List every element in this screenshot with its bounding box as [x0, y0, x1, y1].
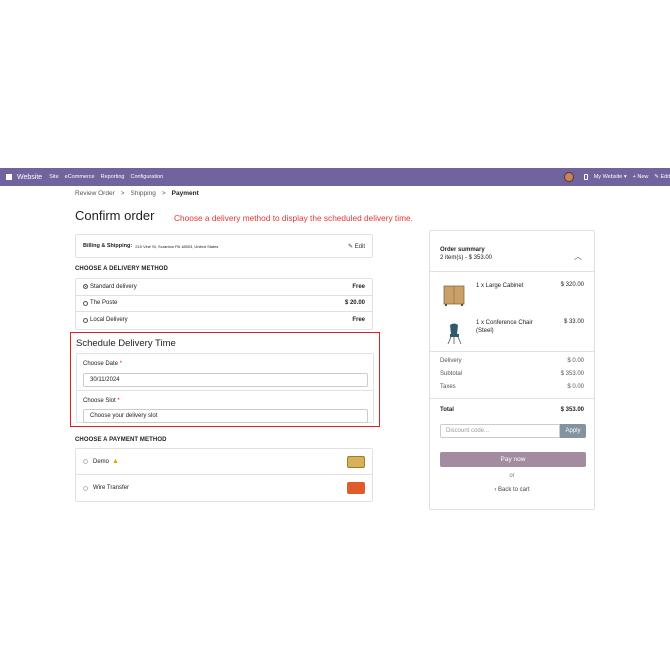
payment-heading: CHOOSE A PAYMENT METHOD — [75, 437, 167, 443]
large-cabinet-thumbnail — [443, 285, 465, 306]
delivery-heading: CHOOSE A DELIVERY METHOD — [75, 266, 168, 272]
apps-grid-icon[interactable] — [6, 174, 12, 180]
delivery-method-list: Standard delivery Free The Poste $ 20.00… — [75, 278, 373, 330]
billing-shipping-card: Billing & Shipping: 215 Vine St, Scranto… — [75, 234, 373, 258]
nav-item-site[interactable]: Site — [49, 174, 58, 180]
website-switcher[interactable]: My Website ▾ — [594, 174, 627, 180]
radio-icon[interactable] — [83, 300, 88, 306]
delivery-option-label: The Poste — [90, 300, 118, 307]
discount-form: Discount code... Apply — [440, 424, 586, 438]
payment-option-demo[interactable]: Demo ▲ — [76, 449, 372, 475]
nav-item-ecommerce[interactable]: eCommerce — [65, 174, 95, 180]
delivery-option-label: Local Delivery — [90, 317, 128, 324]
warning-icon: ▲ — [112, 458, 119, 465]
schedule-form: Choose Date * 30/11/2024 Choose Slot * C… — [76, 353, 374, 423]
delivery-option-label: Standard delivery — [90, 283, 137, 290]
radio-checked-icon[interactable] — [83, 284, 88, 290]
edit-button[interactable]: ✎ Edit — [654, 174, 670, 180]
billing-edit-link[interactable]: ✎ Edit — [348, 243, 365, 250]
breadcrumb-separator: > — [120, 190, 125, 197]
radio-icon[interactable] — [83, 485, 88, 491]
item-name: 1 x Large Cabinet — [476, 283, 524, 289]
billing-label: Billing & Shipping: — [83, 243, 133, 249]
slot-select[interactable]: Choose your delivery slot — [83, 409, 368, 423]
payment-method-list: Demo ▲ Wire Transfer — [75, 448, 373, 502]
back-to-cart-link[interactable]: ‹ Back to cart — [430, 487, 594, 493]
payment-option-label: Demo — [93, 458, 110, 465]
summary-header[interactable]: Order summary 2 item(s) - $ 353.00 — [440, 247, 492, 261]
date-label: Choose Date * — [83, 361, 123, 367]
discount-input[interactable]: Discount code... — [440, 424, 560, 438]
schedule-delivery-section: Schedule Delivery Time Choose Date * 30/… — [70, 332, 380, 427]
billing-address: 215 Vine St, Scranton PA 18503, United S… — [135, 243, 219, 249]
delivery-hint: Choose a delivery method to display the … — [174, 213, 413, 223]
schedule-title: Schedule Delivery Time — [76, 338, 176, 349]
item-name: 1 x Conference Chair (Steel) — [476, 320, 533, 334]
radio-icon[interactable] — [83, 317, 88, 323]
conference-chair-thumbnail — [447, 323, 462, 345]
breadcrumb-shipping[interactable]: Shipping — [131, 190, 156, 197]
demo-card-icon — [347, 455, 365, 468]
top-navbar: Website Site eCommerce Reporting Configu… — [0, 168, 670, 186]
or-separator: or — [509, 473, 515, 479]
payment-option-label: Wire Transfer — [93, 485, 130, 491]
nav-right: My Website ▾ + New ✎ Edit — [563, 168, 670, 186]
nav-brand[interactable]: Website — [17, 174, 42, 181]
breadcrumb-review-order[interactable]: Review Order — [75, 190, 115, 197]
order-summary: Order summary 2 item(s) - $ 353.00 ︿ 1 x… — [429, 230, 595, 510]
breadcrumb-payment: Payment — [171, 190, 199, 197]
nav-item-configuration[interactable]: Configuration — [130, 174, 163, 180]
radio-icon[interactable] — [83, 459, 88, 464]
divider — [77, 390, 373, 391]
chevron-up-icon[interactable]: ︿ — [574, 251, 582, 262]
divider — [430, 271, 594, 272]
avatar[interactable] — [563, 172, 574, 182]
delivery-option-poste[interactable]: The Poste $ 20.00 — [76, 296, 372, 312]
mobile-preview-icon[interactable] — [583, 174, 588, 180]
breadcrumb: Review Order > Shipping > Payment — [75, 190, 199, 197]
delivery-option-price: Free — [352, 283, 365, 290]
slot-label: Choose Slot * — [83, 398, 120, 404]
summary-subtitle: 2 item(s) - $ 353.00 — [440, 255, 493, 261]
delivery-option-price: Free — [352, 317, 365, 324]
item-price: $ 320.00 — [560, 282, 584, 288]
date-input[interactable]: 30/11/2024 — [83, 373, 368, 387]
breadcrumb-separator: > — [161, 190, 166, 197]
taxes-line: Taxes $ 0.00 — [440, 384, 584, 390]
subtotal-line: Subtotal $ 353.00 — [440, 371, 584, 377]
summary-title: Order summary — [440, 247, 485, 253]
apply-button[interactable]: Apply — [560, 424, 586, 438]
delivery-option-standard[interactable]: Standard delivery Free — [76, 279, 372, 296]
item-price: $ 33.00 — [563, 319, 584, 325]
pay-now-button[interactable]: Pay now — [440, 452, 586, 467]
nav-item-reporting[interactable]: Reporting — [101, 174, 125, 180]
delivery-option-price: $ 20.00 — [344, 300, 365, 307]
payment-option-wire[interactable]: Wire Transfer — [76, 475, 372, 501]
new-button[interactable]: + New — [633, 174, 649, 180]
divider — [430, 351, 594, 352]
page-title: Confirm order — [75, 208, 155, 223]
divider — [430, 398, 594, 399]
total-line: Total $ 353.00 — [440, 407, 584, 413]
wire-transfer-icon — [347, 482, 365, 494]
delivery-line: Delivery $ 0.00 — [440, 358, 584, 364]
nav-menu: Site eCommerce Reporting Configuration — [49, 174, 163, 180]
delivery-option-local[interactable]: Local Delivery Free — [76, 312, 372, 329]
